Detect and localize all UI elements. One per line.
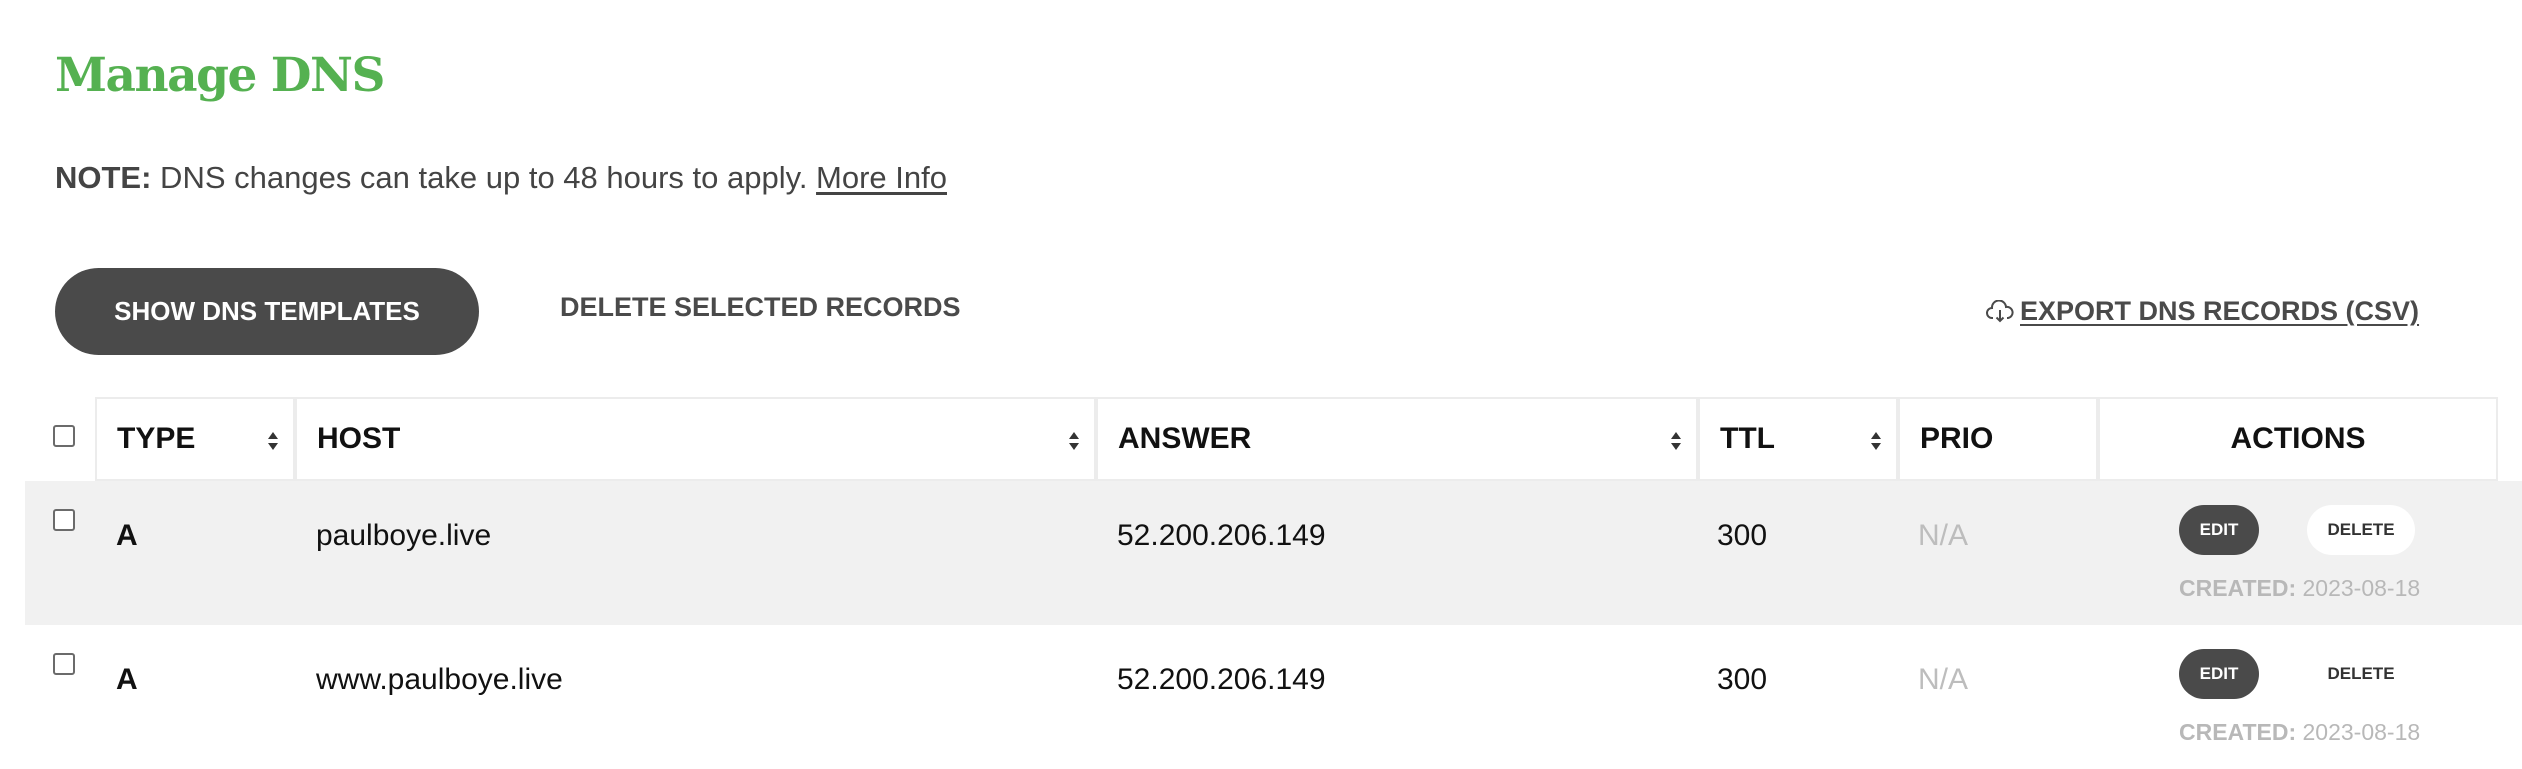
column-header-ttl[interactable]: TTL <box>1698 397 1898 481</box>
record-ttl: 300 <box>1717 663 1768 696</box>
column-header-host[interactable]: HOST <box>295 397 1096 481</box>
column-header-prio: PRIO <box>1898 397 2098 481</box>
created-value: 2023-08-18 <box>2296 575 2421 601</box>
row-select-checkbox[interactable] <box>53 509 75 531</box>
created-date: CREATED: 2023-08-18 <box>2179 721 2420 744</box>
column-header-type[interactable]: TYPE <box>95 397 295 481</box>
table-row: A www.paulboye.live 52.200.206.149 300 N… <box>25 625 2522 769</box>
record-ttl: 300 <box>1717 519 1768 552</box>
sort-icon <box>1671 432 1681 450</box>
sort-icon <box>1871 432 1881 450</box>
column-header-label: PRIO <box>1920 422 1994 455</box>
record-answer: 52.200.206.149 <box>1117 519 1326 552</box>
delete-record-button[interactable]: DELETE <box>2307 649 2415 699</box>
column-header-label: TTL <box>1720 422 1775 455</box>
created-date: CREATED: 2023-08-18 <box>2179 577 2420 600</box>
note-text: DNS changes can take up to 48 hours to a… <box>151 160 817 195</box>
dns-note: NOTE: DNS changes can take up to 48 hour… <box>55 162 947 193</box>
column-header-label: ANSWER <box>1118 422 1252 455</box>
record-type: A <box>116 519 138 552</box>
show-dns-templates-button[interactable]: SHOW DNS TEMPLATES <box>55 268 479 355</box>
column-header-answer[interactable]: ANSWER <box>1096 397 1698 481</box>
sort-icon <box>1069 432 1079 450</box>
export-dns-records-link[interactable]: EXPORT DNS RECORDS (CSV) <box>1986 296 2419 327</box>
column-header-label: TYPE <box>117 422 196 455</box>
select-all-checkbox[interactable] <box>53 425 75 447</box>
row-select-checkbox[interactable] <box>53 653 75 675</box>
record-prio: N/A <box>1918 663 1969 696</box>
export-label: EXPORT DNS RECORDS (CSV) <box>2020 296 2420 326</box>
column-header-label: ACTIONS <box>2230 422 2366 455</box>
created-label: CREATED: <box>2179 575 2297 601</box>
edit-record-button[interactable]: EDIT <box>2179 505 2259 555</box>
more-info-link[interactable]: More Info <box>816 160 947 195</box>
cloud-download-icon <box>1986 299 2014 322</box>
edit-record-button[interactable]: EDIT <box>2179 649 2259 699</box>
note-label: NOTE: <box>55 160 152 195</box>
record-type: A <box>116 663 138 696</box>
delete-record-button[interactable]: DELETE <box>2307 505 2415 555</box>
created-label: CREATED: <box>2179 719 2297 745</box>
page-title: Manage DNS <box>55 48 385 103</box>
column-header-actions: ACTIONS <box>2098 397 2498 481</box>
record-host: www.paulboye.live <box>316 663 563 696</box>
record-answer: 52.200.206.149 <box>1117 663 1326 696</box>
sort-icon <box>268 432 278 450</box>
created-value: 2023-08-18 <box>2296 719 2421 745</box>
column-header-label: HOST <box>317 422 401 455</box>
table-row: A paulboye.live 52.200.206.149 300 N/A E… <box>25 481 2522 625</box>
record-host: paulboye.live <box>316 519 492 552</box>
record-prio: N/A <box>1918 519 1969 552</box>
delete-selected-records-button[interactable]: DELETE SELECTED RECORDS <box>560 292 961 323</box>
